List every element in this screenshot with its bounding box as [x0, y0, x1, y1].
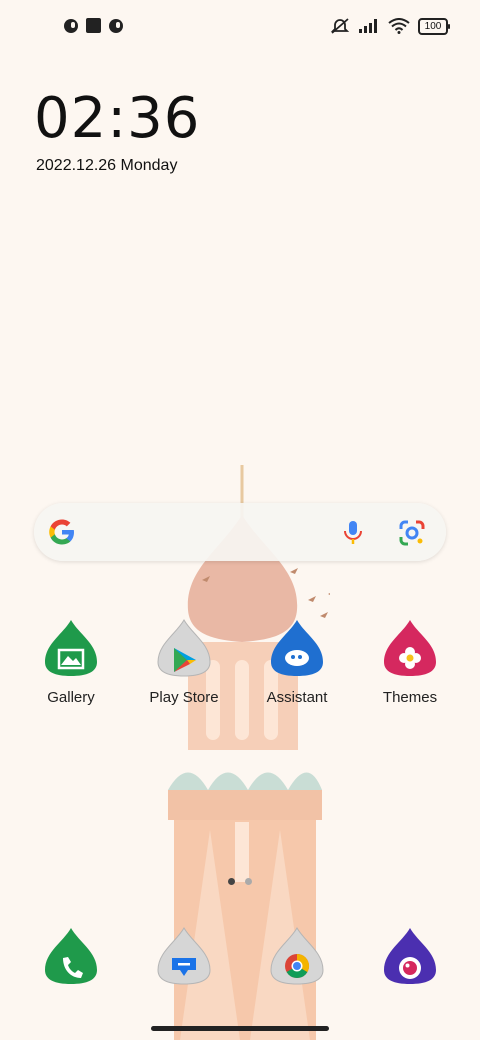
signal-icon: [359, 19, 377, 33]
battery-icon: 100: [418, 17, 450, 35]
page-dot: [245, 878, 252, 885]
clock-date[interactable]: 2022.12.26 Monday: [36, 157, 177, 175]
app-themes[interactable]: Themes: [360, 618, 460, 706]
home-gesture-bar[interactable]: [151, 1026, 329, 1031]
stop-icon: [86, 18, 101, 33]
notification-icon: [109, 18, 123, 33]
page-dot-active: [228, 878, 235, 885]
mute-icon: [330, 18, 350, 34]
gallery-icon: [45, 620, 97, 676]
wifi-icon: [388, 18, 410, 34]
app-assistant[interactable]: Assistant: [247, 618, 347, 706]
phone-icon: [45, 928, 97, 984]
dock-messages[interactable]: [134, 926, 234, 991]
google-search-bar[interactable]: [34, 503, 446, 561]
app-label: Play Store: [149, 689, 219, 706]
app-gallery[interactable]: Gallery: [21, 618, 121, 706]
dock-chrome[interactable]: [247, 926, 347, 991]
status-bar-left: [64, 18, 123, 33]
google-logo-icon: [49, 519, 74, 545]
themes-icon: [384, 620, 436, 676]
status-bar-right: 100: [330, 17, 450, 35]
play-store-icon: [157, 618, 211, 677]
mic-icon[interactable]: [340, 519, 366, 545]
clock-time[interactable]: 02:36: [34, 86, 200, 151]
lens-icon[interactable]: [398, 519, 426, 547]
messages-icon: [157, 926, 211, 985]
camera-icon: [384, 928, 436, 984]
app-label: Themes: [382, 689, 438, 706]
app-label: Assistant: [266, 689, 328, 706]
page-indicator[interactable]: [228, 878, 252, 885]
dock-phone[interactable]: [21, 926, 121, 991]
app-label: Gallery: [47, 689, 95, 706]
app-play-store[interactable]: Play Store: [134, 618, 234, 706]
assistant-icon: [271, 620, 323, 676]
dock-camera[interactable]: [360, 926, 460, 991]
chrome-icon: [270, 926, 324, 985]
notification-icon: [64, 18, 78, 33]
